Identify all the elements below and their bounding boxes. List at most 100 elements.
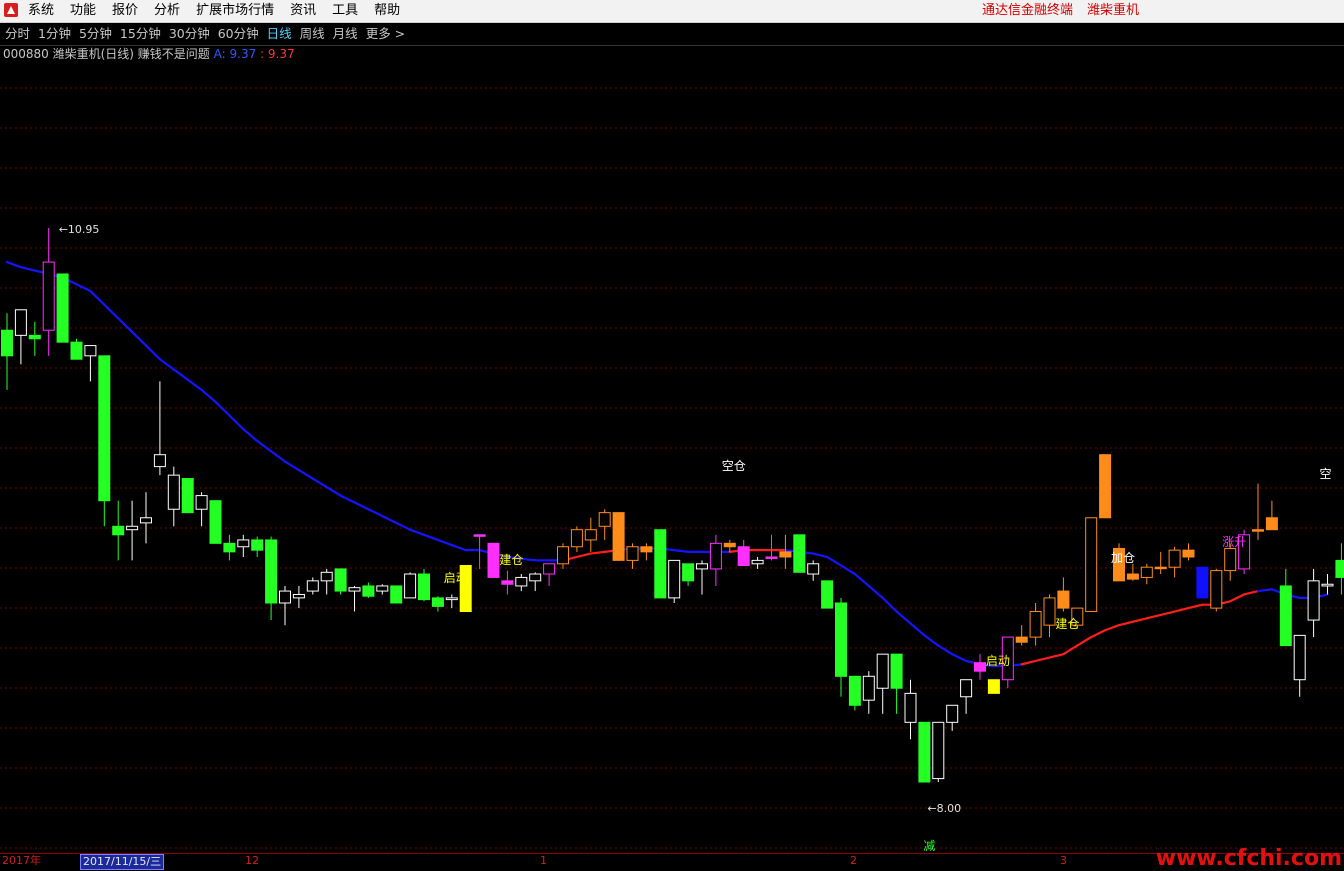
menu-item-quote[interactable]: 报价: [112, 3, 138, 19]
menu-bar: 系统 功能 报价 分析 扩展市场行情 资讯 工具 帮助 通达信金融终端 潍柴重机: [0, 0, 1344, 23]
ma-line-segment: [75, 283, 92, 293]
signal-label: 建仓: [1055, 617, 1079, 631]
candle-body: [279, 590, 291, 604]
candle-body: [529, 573, 542, 582]
ma-line-segment: [839, 564, 857, 576]
brand-title: 通达信金融终端: [982, 3, 1074, 18]
menu-item-extended-market[interactable]: 扩展市场行情: [196, 3, 274, 19]
candle-body: [140, 517, 152, 524]
period-bar: 分时 1分钟 5分钟 15分钟 30分钟 60分钟 日线 周线 月线 更多 >: [0, 23, 1344, 46]
ma-line-segment: [172, 368, 189, 381]
candle-body: [265, 539, 278, 604]
period-tab-60min[interactable]: 60分钟: [218, 26, 259, 42]
period-tab-more[interactable]: 更多 >: [366, 26, 405, 42]
candle-body: [821, 580, 834, 609]
candle-body: [960, 679, 973, 698]
period-tabs: 分时 1分钟 5分钟 15分钟 30分钟 60分钟 日线 周线 月线 更多 >: [5, 26, 413, 42]
ma-line-segment: [1062, 644, 1079, 656]
candle-body: [1335, 559, 1344, 578]
candle-body: [306, 580, 319, 592]
ma-line-segment: [825, 555, 843, 567]
menu-item-help[interactable]: 帮助: [374, 3, 400, 19]
menu-item-news[interactable]: 资讯: [290, 3, 316, 19]
candle-body: [320, 571, 333, 582]
ma-line-segment: [325, 485, 342, 497]
candle-body: [904, 692, 917, 723]
ma-line-segment: [256, 439, 273, 453]
period-tab-30min[interactable]: 30分钟: [169, 26, 210, 42]
candle-body: [1099, 454, 1112, 519]
ma-line-segment: [89, 289, 106, 306]
candle-body: [807, 563, 820, 575]
period-tab-daily[interactable]: 日线: [267, 26, 292, 42]
ma-line-segment: [409, 528, 426, 536]
menu-item-system[interactable]: 系统: [28, 3, 54, 19]
ma-line-segment: [673, 549, 690, 553]
period-tab-1min[interactable]: 1分钟: [38, 26, 71, 42]
candle-body: [737, 546, 750, 566]
period-tab-weekly[interactable]: 周线: [300, 26, 325, 42]
candle-body: [751, 559, 764, 565]
axis-month-3: 3: [1060, 854, 1067, 867]
candle-body: [209, 500, 222, 544]
menu-item-analysis[interactable]: 分析: [154, 3, 180, 19]
ma-line-segment: [853, 572, 870, 588]
ma-line-segment: [228, 414, 245, 431]
ma-line-segment: [937, 644, 954, 656]
ma-line-segment: [1076, 635, 1093, 647]
candle-body: [28, 334, 41, 340]
ma-line-segment: [339, 494, 356, 504]
ma-line-segment: [1145, 613, 1162, 620]
candle-body: [1265, 517, 1278, 531]
candle-body: [848, 675, 861, 706]
menu-item-tools[interactable]: 工具: [332, 3, 358, 19]
ma-line-segment: [1117, 620, 1135, 627]
ma-line-segment: [1103, 624, 1121, 632]
stock-code-title: 000880 潍柴重机(日线) 赚钱不是问题: [3, 47, 210, 61]
candle-body: [584, 529, 597, 541]
candle-body: [1154, 566, 1167, 570]
candle-body: [779, 551, 792, 558]
ma-line-segment: [895, 610, 912, 625]
candle-body: [445, 597, 458, 601]
candle-body: [1057, 590, 1070, 609]
candle-body: [1224, 547, 1237, 572]
ma-line-segment: [1034, 656, 1051, 663]
ma-line-segment: [117, 317, 134, 334]
period-tab-5min[interactable]: 5分钟: [79, 26, 112, 42]
ma-line-segment: [297, 468, 314, 480]
candle-body: [390, 585, 403, 604]
candle-body: [431, 597, 444, 607]
ma-line-segment: [812, 552, 829, 559]
candle-body: [167, 474, 180, 510]
ma-line-segment: [19, 266, 36, 272]
candle-body: [418, 573, 430, 601]
axis-year-label: 2017年: [2, 854, 41, 867]
candle-body: [1029, 611, 1042, 638]
ma-line-segment: [575, 552, 592, 559]
signal-label: 启动: [986, 654, 1010, 668]
kline-chart[interactable]: ←10.95←8.00减启动建仓空仓启动建仓加仓涨升空: [0, 62, 1344, 853]
candle-body: [932, 721, 945, 780]
candle-body: [348, 587, 361, 592]
candle-body: [598, 512, 611, 527]
signal-label: 建仓: [499, 553, 523, 567]
period-tab-15min[interactable]: 15分钟: [120, 26, 161, 42]
candle-body: [557, 546, 569, 565]
signal-label: 启动: [444, 571, 468, 585]
candle-body: [501, 580, 514, 585]
ma-line-segment: [951, 653, 968, 663]
ma-line-segment: [923, 634, 940, 647]
period-tab-intraday[interactable]: 分时: [5, 26, 30, 42]
ma-line-segment: [311, 477, 328, 489]
ma-line-segment: [1020, 659, 1037, 666]
candle-body: [876, 653, 889, 689]
candle-body: [14, 309, 27, 336]
ma-line-segment: [867, 584, 884, 599]
ma-line-segment: [1229, 593, 1246, 603]
period-tab-monthly[interactable]: 月线: [333, 26, 358, 42]
candle-body: [793, 534, 806, 573]
ma-line-segment: [450, 543, 467, 552]
candle-body: [70, 341, 83, 360]
menu-item-function[interactable]: 功能: [70, 3, 96, 19]
